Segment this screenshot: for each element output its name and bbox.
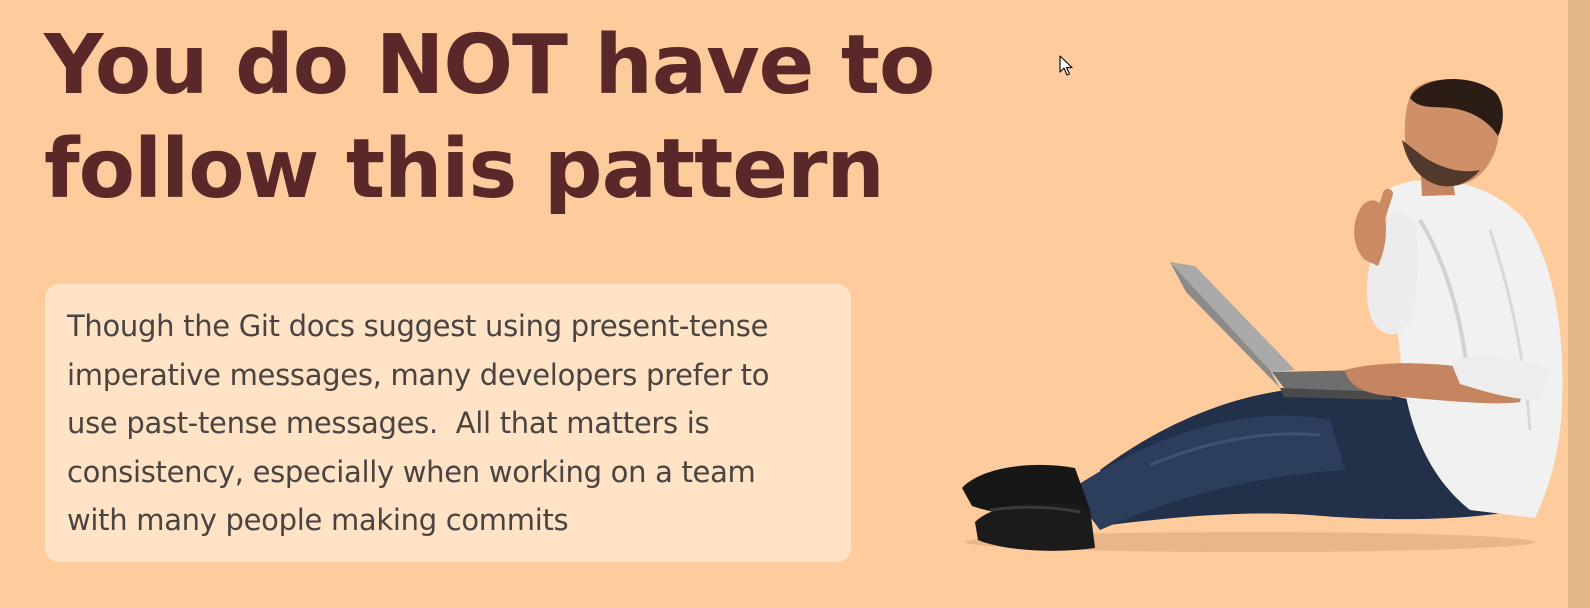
slide-title: You do NOT have to follow this pattern — [44, 14, 944, 222]
note-line-2: imperative messages, many developers pre… — [67, 357, 770, 392]
window-edge — [1568, 0, 1590, 608]
title-line-2: follow this pattern — [44, 122, 885, 217]
slide-canvas: You do NOT have to follow this pattern T… — [0, 0, 1590, 608]
note-line-5: with many people making commits — [67, 503, 569, 537]
note-line-4: consistency, especially when working on … — [67, 454, 756, 489]
note-text: Though the Git docs suggest using presen… — [67, 302, 847, 545]
note-line-3: use past-tense messages. All that matter… — [67, 406, 710, 440]
man-with-laptop-icon — [962, 79, 1563, 552]
title-line-1: You do NOT have to — [44, 18, 935, 113]
note-box: Though the Git docs suggest using presen… — [45, 284, 851, 562]
note-line-1: Though the Git docs suggest using presen… — [67, 309, 769, 343]
